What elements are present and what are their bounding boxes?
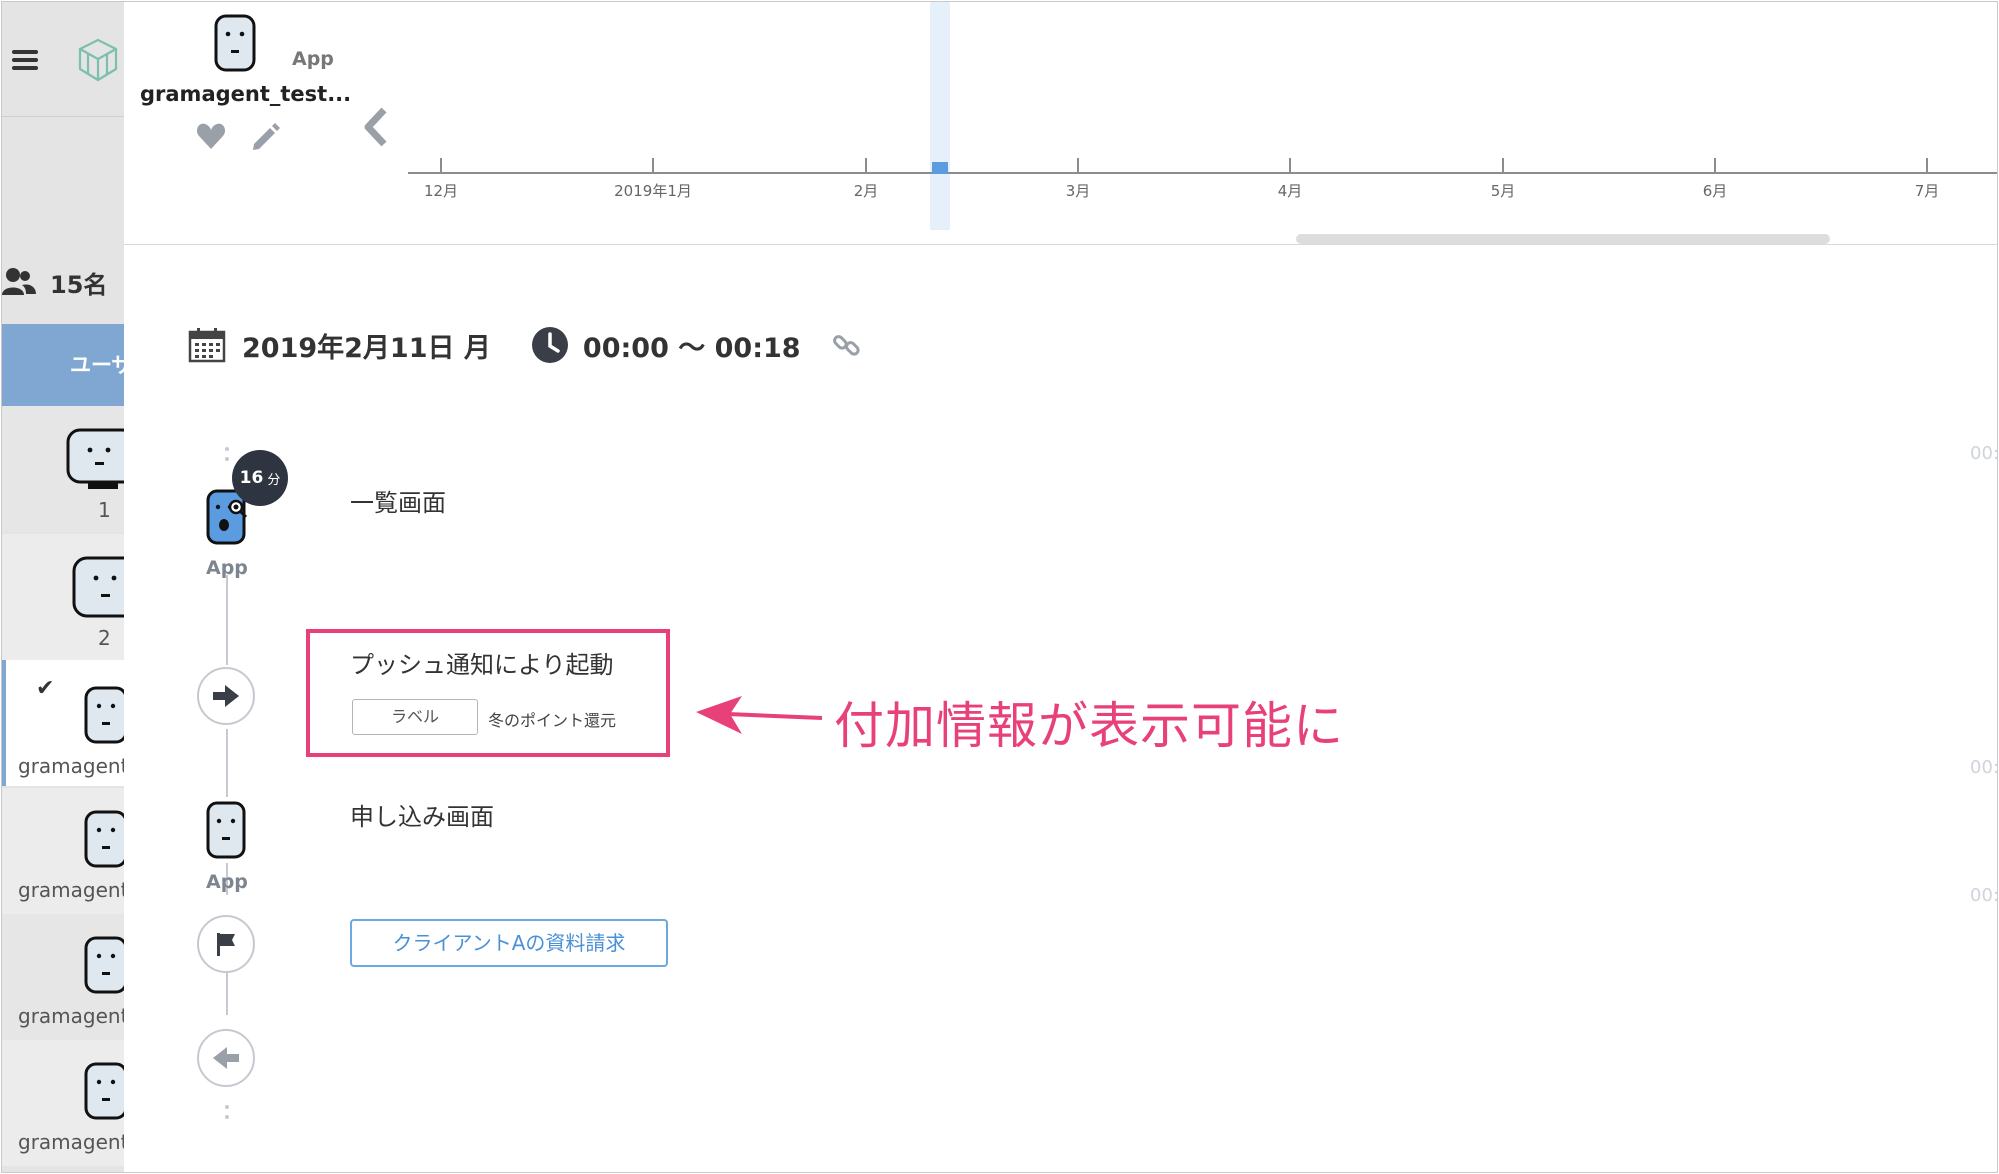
app-header: App gramagent_test... 12月 2019年1月 2月 3月 xyxy=(124,2,1997,245)
sidebar-user-item-selected[interactable]: ✔ gramagent xyxy=(2,660,124,786)
timeline-tick xyxy=(865,158,867,174)
chevron-left-icon[interactable] xyxy=(360,106,390,148)
sidebar-item-label: 2 xyxy=(98,626,111,650)
user-avatar-icon xyxy=(84,810,124,868)
event-screen-title[interactable]: 一覧画面 xyxy=(350,483,446,518)
event-time-label: 00:1 xyxy=(1970,885,1997,906)
sidebar-header xyxy=(2,2,124,117)
flag-icon xyxy=(217,933,235,956)
hamburger-menu-icon[interactable] xyxy=(12,50,38,70)
timeline-label: 2019年1月 xyxy=(614,182,692,200)
app-tag: App xyxy=(292,48,334,70)
session-header: 2019年2月11日 月 00:00 〜 00:18 xyxy=(188,325,863,365)
annotation-highlight-box xyxy=(306,629,670,757)
timeline[interactable]: 12月 2019年1月 2月 3月 4月 5月 6月 7月 xyxy=(408,132,1997,202)
user-count: 15名 xyxy=(2,264,107,300)
timeline-label: 4月 xyxy=(1277,182,1303,200)
app-name: gramagent_test... xyxy=(140,82,352,106)
pencil-icon[interactable] xyxy=(250,122,280,152)
heart-icon[interactable] xyxy=(196,122,226,150)
sidebar-item-label: 1 xyxy=(98,498,111,522)
flow-dots-top xyxy=(225,447,229,467)
duration-unit: 分 xyxy=(267,472,281,488)
sidebar: 15名 ユーザー 1 2 ✔ xyxy=(2,2,124,1172)
duration-badge: 16 分 xyxy=(232,450,288,506)
sidebar-item-label: gramagent xyxy=(18,1004,124,1028)
timeline-label: 12月 xyxy=(423,182,459,200)
timeline-label: 6月 xyxy=(1702,182,1728,200)
timeline-axis xyxy=(408,172,1997,174)
goal-node[interactable] xyxy=(197,915,255,973)
return-node[interactable] xyxy=(197,1029,255,1087)
timeline-tick xyxy=(1289,158,1291,174)
app-avatar-icon xyxy=(214,14,256,72)
event-app-tag: App xyxy=(206,871,248,893)
sidebar-user-item[interactable]: gramagent xyxy=(2,788,124,914)
sidebar-user-item[interactable]: gramagent xyxy=(2,914,124,1040)
sidebar-item-label: gramagent xyxy=(18,1130,124,1154)
user-avatar-icon xyxy=(84,1062,124,1120)
arrow-right-icon xyxy=(213,685,239,707)
event-app-tag: App xyxy=(206,557,248,579)
flow-line xyxy=(226,729,228,797)
sidebar-user-item[interactable]: 1 xyxy=(2,406,124,532)
timeline-label: 5月 xyxy=(1490,182,1516,200)
event-screen-title[interactable]: 申し込み画面 xyxy=(350,797,494,832)
annotation-text: 付加情報が表示可能に xyxy=(834,697,1344,755)
timeline-label: 3月 xyxy=(1065,182,1091,200)
sidebar-user-item[interactable]: gramagent xyxy=(2,1040,124,1166)
event-time-label: 00:1 xyxy=(1970,757,1997,778)
magnifier-icon xyxy=(228,499,248,519)
timeline-tick xyxy=(1502,158,1504,174)
clock-icon xyxy=(531,327,568,363)
screen-view-icon[interactable] xyxy=(206,801,246,861)
duration-value: 16 xyxy=(239,468,264,488)
push-launch-node[interactable] xyxy=(197,667,255,725)
app-logo-icon xyxy=(78,38,118,82)
timeline-tick xyxy=(652,158,654,174)
user-avatar-icon xyxy=(84,936,124,994)
timeline-session-marker[interactable] xyxy=(932,162,948,174)
user-avatar-icon xyxy=(72,556,124,618)
event-time-label: 00:0 xyxy=(1970,443,1997,464)
session-time: 00:00 〜 00:18 xyxy=(582,332,801,364)
user-avatar-icon xyxy=(84,686,124,744)
users-icon xyxy=(2,268,36,295)
arrow-left-icon xyxy=(213,1047,239,1069)
app-frame: 15名 ユーザー 1 2 ✔ xyxy=(1,1,1998,1173)
sidebar-item-label: gramagent xyxy=(18,878,124,902)
timeline-tick xyxy=(1926,158,1928,174)
link-icon[interactable] xyxy=(831,329,863,361)
timeline-label: 2月 xyxy=(853,182,879,200)
user-count-text: 15名 xyxy=(50,270,108,299)
user-avatar-icon xyxy=(66,428,124,489)
calendar-icon xyxy=(188,328,226,363)
timeline-tick xyxy=(440,158,442,174)
timeline-label: 7月 xyxy=(1914,182,1940,200)
check-icon: ✔ xyxy=(36,676,55,701)
timeline-scrollbar[interactable] xyxy=(1296,234,1830,244)
goal-button[interactable]: クライアントAの資料請求 xyxy=(350,919,668,967)
sidebar-user-item[interactable]: 2 xyxy=(2,534,124,660)
timeline-tick xyxy=(1077,158,1079,174)
annotation-arrow-icon xyxy=(696,696,823,734)
flow-line xyxy=(226,575,228,665)
sidebar-item-label: gramagent xyxy=(18,754,124,778)
timeline-tick xyxy=(1714,158,1716,174)
session-date: 2019年2月11日 月 xyxy=(242,332,491,364)
flow-dots-bottom xyxy=(225,1105,229,1125)
tab-users[interactable]: ユーザー xyxy=(2,324,124,406)
